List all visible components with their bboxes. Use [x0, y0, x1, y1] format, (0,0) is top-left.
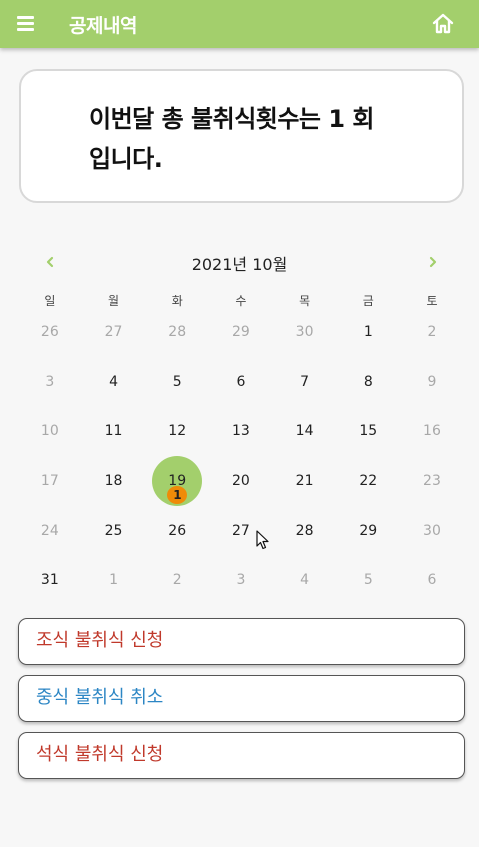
- calendar-day[interactable]: 16: [400, 406, 464, 456]
- calendar-day[interactable]: 10: [18, 406, 82, 456]
- calendar-day[interactable]: 18: [82, 456, 146, 506]
- calendar-day[interactable]: 2: [400, 307, 464, 357]
- summary-card: 이번달 총 불취식횟수는 1 회 입니다.: [19, 69, 464, 203]
- calendar-day-number: 17: [40, 473, 59, 490]
- calendar-day-number: 5: [363, 572, 373, 589]
- calendar-day[interactable]: 20: [209, 456, 273, 506]
- home-icon[interactable]: [431, 12, 455, 36]
- calendar-day-number: 16: [423, 423, 441, 440]
- calendar-day[interactable]: 23: [400, 456, 464, 506]
- calendar-day[interactable]: 7: [273, 357, 337, 407]
- calendar-day-number: 29: [359, 522, 378, 539]
- calendar-day-number: 18: [104, 473, 123, 490]
- calendar-day-number: 2: [172, 572, 182, 589]
- calendar-day[interactable]: 22: [336, 456, 400, 506]
- calendar-day-number: 27: [104, 324, 123, 340]
- calendar-day-number: 7: [300, 373, 310, 390]
- calendar-day-number: 10: [40, 423, 59, 440]
- calendar-grid: 26 27 28 29 30 1 2 3 4 5 6 7 8 9 10 11 12 13 14 15 16 17 18 19 1…: [18, 307, 464, 605]
- calendar-day-number: 1: [363, 324, 373, 340]
- calendar-day-number: 14: [295, 423, 314, 440]
- calendar-day-number: 2: [427, 324, 437, 340]
- calendar-day[interactable]: 6: [209, 357, 273, 407]
- calendar-day[interactable]: 13: [209, 406, 273, 456]
- calendar-day-number: 26: [168, 522, 187, 539]
- calendar-day[interactable]: 28: [145, 307, 209, 357]
- calendar-day[interactable]: 5: [145, 357, 209, 407]
- breakfast-skip-apply-button[interactable]: 조식 불취식 신청: [18, 618, 465, 665]
- calendar-day-number: 31: [40, 572, 59, 589]
- calendar-day-number: 5: [172, 373, 182, 390]
- calendar-day[interactable]: 30: [273, 307, 337, 357]
- calendar-day-selected[interactable]: 19 1: [145, 456, 209, 507]
- calendar-day-number: 6: [236, 373, 246, 390]
- dinner-skip-apply-button[interactable]: 석식 불취식 신청: [18, 732, 465, 779]
- calendar-day[interactable]: 1: [336, 307, 400, 357]
- calendar-day-number: 3: [236, 572, 246, 589]
- calendar-day[interactable]: 8: [336, 357, 400, 407]
- calendar-day-number: 9: [427, 373, 437, 390]
- calendar-day-number: 20: [231, 473, 250, 490]
- calendar-day[interactable]: 17: [18, 456, 82, 506]
- calendar-day[interactable]: 29: [336, 506, 400, 556]
- calendar-day-number: 4: [300, 572, 310, 589]
- calendar-day-number: 8: [363, 373, 373, 390]
- lunch-skip-cancel-button[interactable]: 중식 불취식 취소: [18, 675, 465, 722]
- calendar-day[interactable]: 1: [82, 555, 146, 605]
- calendar-day[interactable]: 21: [273, 456, 337, 506]
- calendar-day-number: 25: [104, 522, 123, 539]
- calendar-day-number: 23: [423, 473, 441, 490]
- calendar-day[interactable]: 12: [145, 406, 209, 456]
- calendar-day-number: 1: [109, 572, 118, 589]
- calendar-day-number: 27: [231, 522, 250, 539]
- calendar-day[interactable]: 4: [273, 555, 337, 605]
- mouse-cursor-icon: [256, 530, 269, 550]
- calendar-day[interactable]: 26: [18, 307, 82, 357]
- calendar-day-number: 12: [168, 423, 187, 440]
- calendar-day[interactable]: 28: [273, 506, 337, 556]
- calendar-day[interactable]: 4: [82, 357, 146, 407]
- calendar-day[interactable]: 26: [145, 506, 209, 556]
- calendar-day-number: 30: [295, 324, 314, 340]
- calendar-day[interactable]: 25: [82, 506, 146, 556]
- calendar-day-number: 4: [109, 373, 118, 390]
- calendar-day-number: 15: [359, 423, 378, 440]
- calendar-month-title: 2021년 10월: [191, 255, 288, 274]
- calendar-day[interactable]: 11: [82, 406, 146, 456]
- chevron-right-icon[interactable]: [423, 250, 443, 274]
- calendar-day[interactable]: 9: [400, 357, 464, 407]
- calendar-day[interactable]: 30: [400, 506, 464, 556]
- summary-text: 이번달 총 불취식횟수는 1 회 입니다.: [89, 105, 375, 173]
- calendar-day-number: 6: [427, 572, 437, 589]
- calendar-day-number: 28: [168, 324, 187, 340]
- calendar-day[interactable]: 5: [336, 555, 400, 605]
- calendar-day[interactable]: 2: [145, 555, 209, 605]
- calendar-day-number: 24: [40, 522, 59, 539]
- menu-icon[interactable]: [14, 13, 38, 35]
- calendar-day[interactable]: 31: [18, 555, 82, 605]
- calendar-day[interactable]: 3: [18, 357, 82, 407]
- calendar-day[interactable]: 14: [273, 406, 337, 456]
- calendar-day-number: 21: [295, 473, 314, 490]
- calendar-day[interactable]: 3: [209, 555, 273, 605]
- calendar-day[interactable]: 6: [400, 555, 464, 605]
- calendar-day[interactable]: 15: [336, 406, 400, 456]
- calendar-day[interactable]: 24: [18, 506, 82, 556]
- page-title: 공제내역: [69, 15, 137, 37]
- app-bar: 공제내역: [0, 0, 479, 48]
- calendar-day-number: 11: [104, 423, 123, 440]
- calendar-day[interactable]: 27: [82, 307, 146, 357]
- calendar-day-number: 28: [295, 522, 314, 539]
- calendar-day-number: 30: [423, 522, 441, 539]
- calendar-header: 2021년 10월: [0, 248, 479, 276]
- calendar-day-number: 13: [231, 423, 250, 440]
- calendar-day-number: 3: [45, 373, 55, 390]
- calendar-day-number: 22: [359, 473, 378, 490]
- calendar-day[interactable]: 29: [209, 307, 273, 357]
- calendar-day-number: 26: [40, 324, 59, 340]
- calendar-day-number: 29: [231, 324, 250, 340]
